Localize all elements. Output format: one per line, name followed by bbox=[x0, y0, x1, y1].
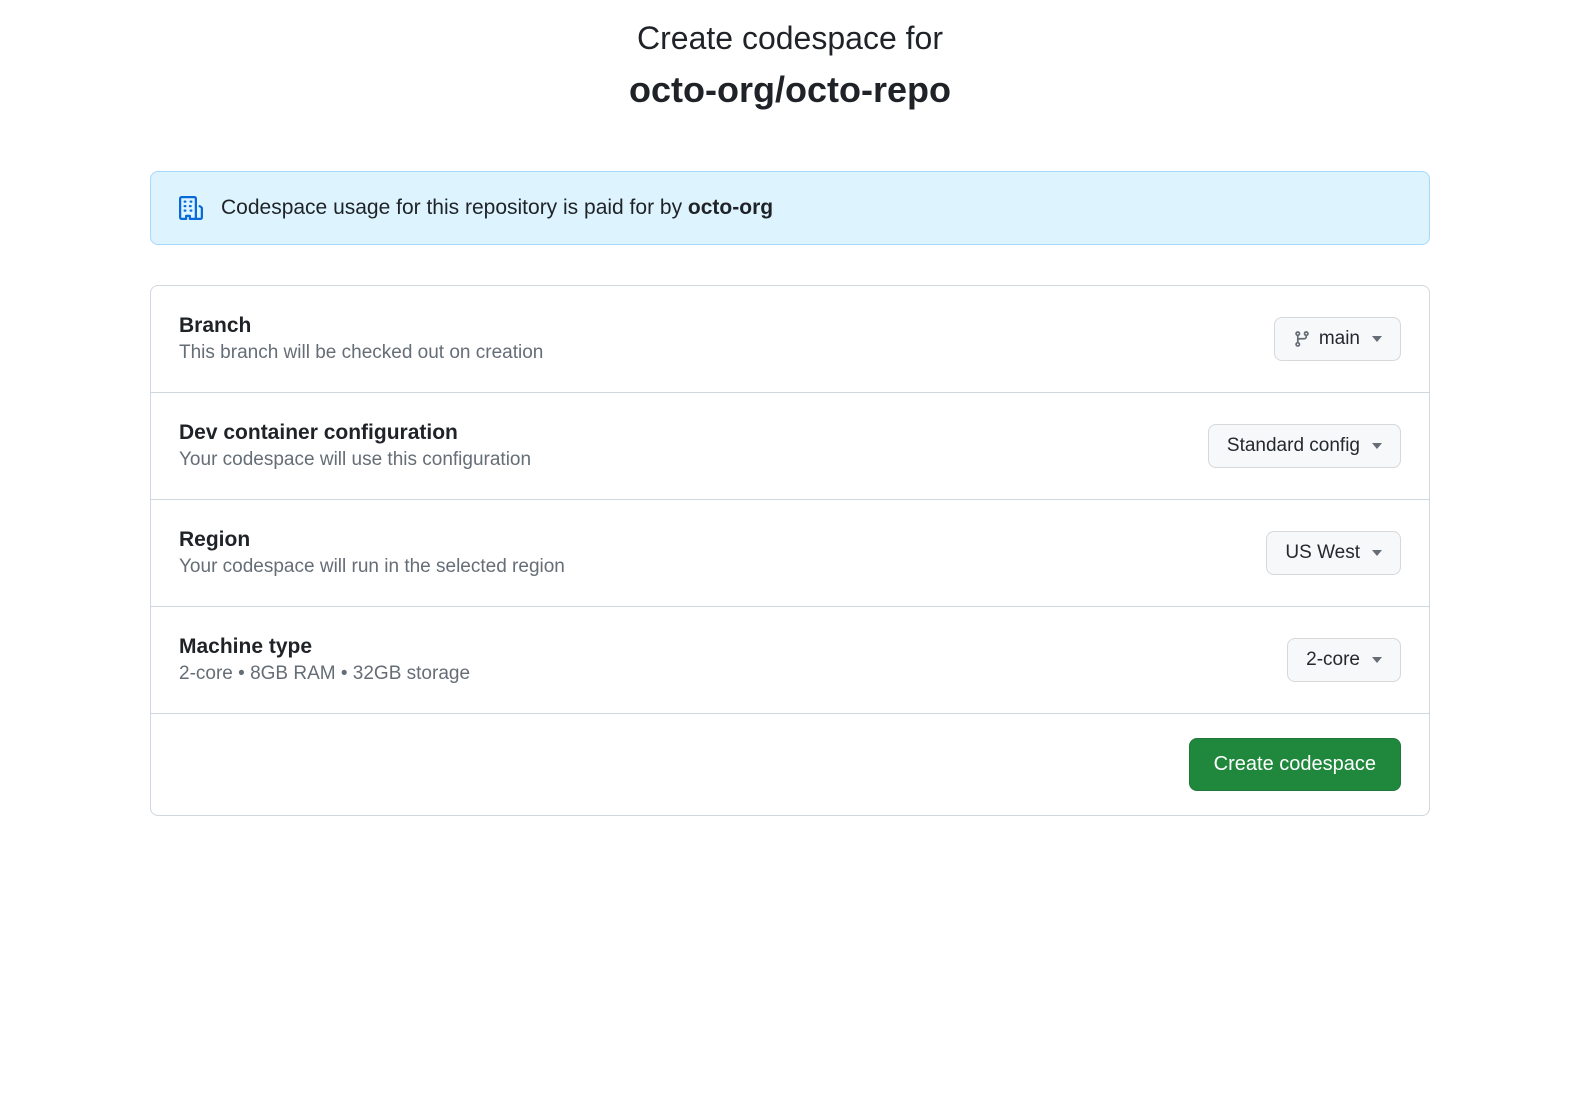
chevron-down-icon bbox=[1372, 336, 1382, 342]
devcontainer-description: Your codespace will use this configurati… bbox=[179, 449, 1208, 471]
page-header: Create codespace for octo-org/octo-repo bbox=[150, 20, 1430, 111]
machine-title: Machine type bbox=[179, 635, 1287, 659]
region-selector[interactable]: US West bbox=[1266, 531, 1401, 575]
billing-info-banner: Codespace usage for this repository is p… bbox=[150, 171, 1430, 245]
branch-description: This branch will be checked out on creat… bbox=[179, 342, 1274, 364]
branch-selector[interactable]: main bbox=[1274, 317, 1401, 361]
machine-option-row: Machine type 2-core • 8GB RAM • 32GB sto… bbox=[151, 607, 1429, 714]
region-description: Your codespace will run in the selected … bbox=[179, 556, 1266, 578]
chevron-down-icon bbox=[1372, 657, 1382, 663]
branch-value: main bbox=[1319, 328, 1360, 350]
branch-option-row: Branch This branch will be checked out o… bbox=[151, 286, 1429, 393]
region-title: Region bbox=[179, 528, 1266, 552]
devcontainer-title: Dev container configuration bbox=[179, 421, 1208, 445]
devcontainer-selector[interactable]: Standard config bbox=[1208, 424, 1401, 468]
organization-icon bbox=[179, 196, 203, 220]
header-subtitle: Create codespace for bbox=[150, 20, 1430, 57]
machine-value: 2-core bbox=[1306, 649, 1360, 671]
header-repo-name: octo-org/octo-repo bbox=[150, 69, 1430, 111]
machine-selector[interactable]: 2-core bbox=[1287, 638, 1401, 682]
chevron-down-icon bbox=[1372, 443, 1382, 449]
billing-payer: octo-org bbox=[688, 196, 773, 219]
git-branch-icon bbox=[1293, 330, 1311, 348]
billing-text-prefix: Codespace usage for this repository is p… bbox=[221, 196, 688, 219]
create-codespace-button[interactable]: Create codespace bbox=[1189, 738, 1401, 791]
submit-row: Create codespace bbox=[151, 714, 1429, 815]
chevron-down-icon bbox=[1372, 550, 1382, 556]
billing-info-text: Codespace usage for this repository is p… bbox=[221, 196, 773, 220]
machine-description: 2-core • 8GB RAM • 32GB storage bbox=[179, 663, 1287, 685]
devcontainer-value: Standard config bbox=[1227, 435, 1360, 457]
region-option-row: Region Your codespace will run in the se… bbox=[151, 500, 1429, 607]
region-value: US West bbox=[1285, 542, 1360, 564]
codespace-options-box: Branch This branch will be checked out o… bbox=[150, 285, 1430, 816]
branch-title: Branch bbox=[179, 314, 1274, 338]
devcontainer-option-row: Dev container configuration Your codespa… bbox=[151, 393, 1429, 500]
